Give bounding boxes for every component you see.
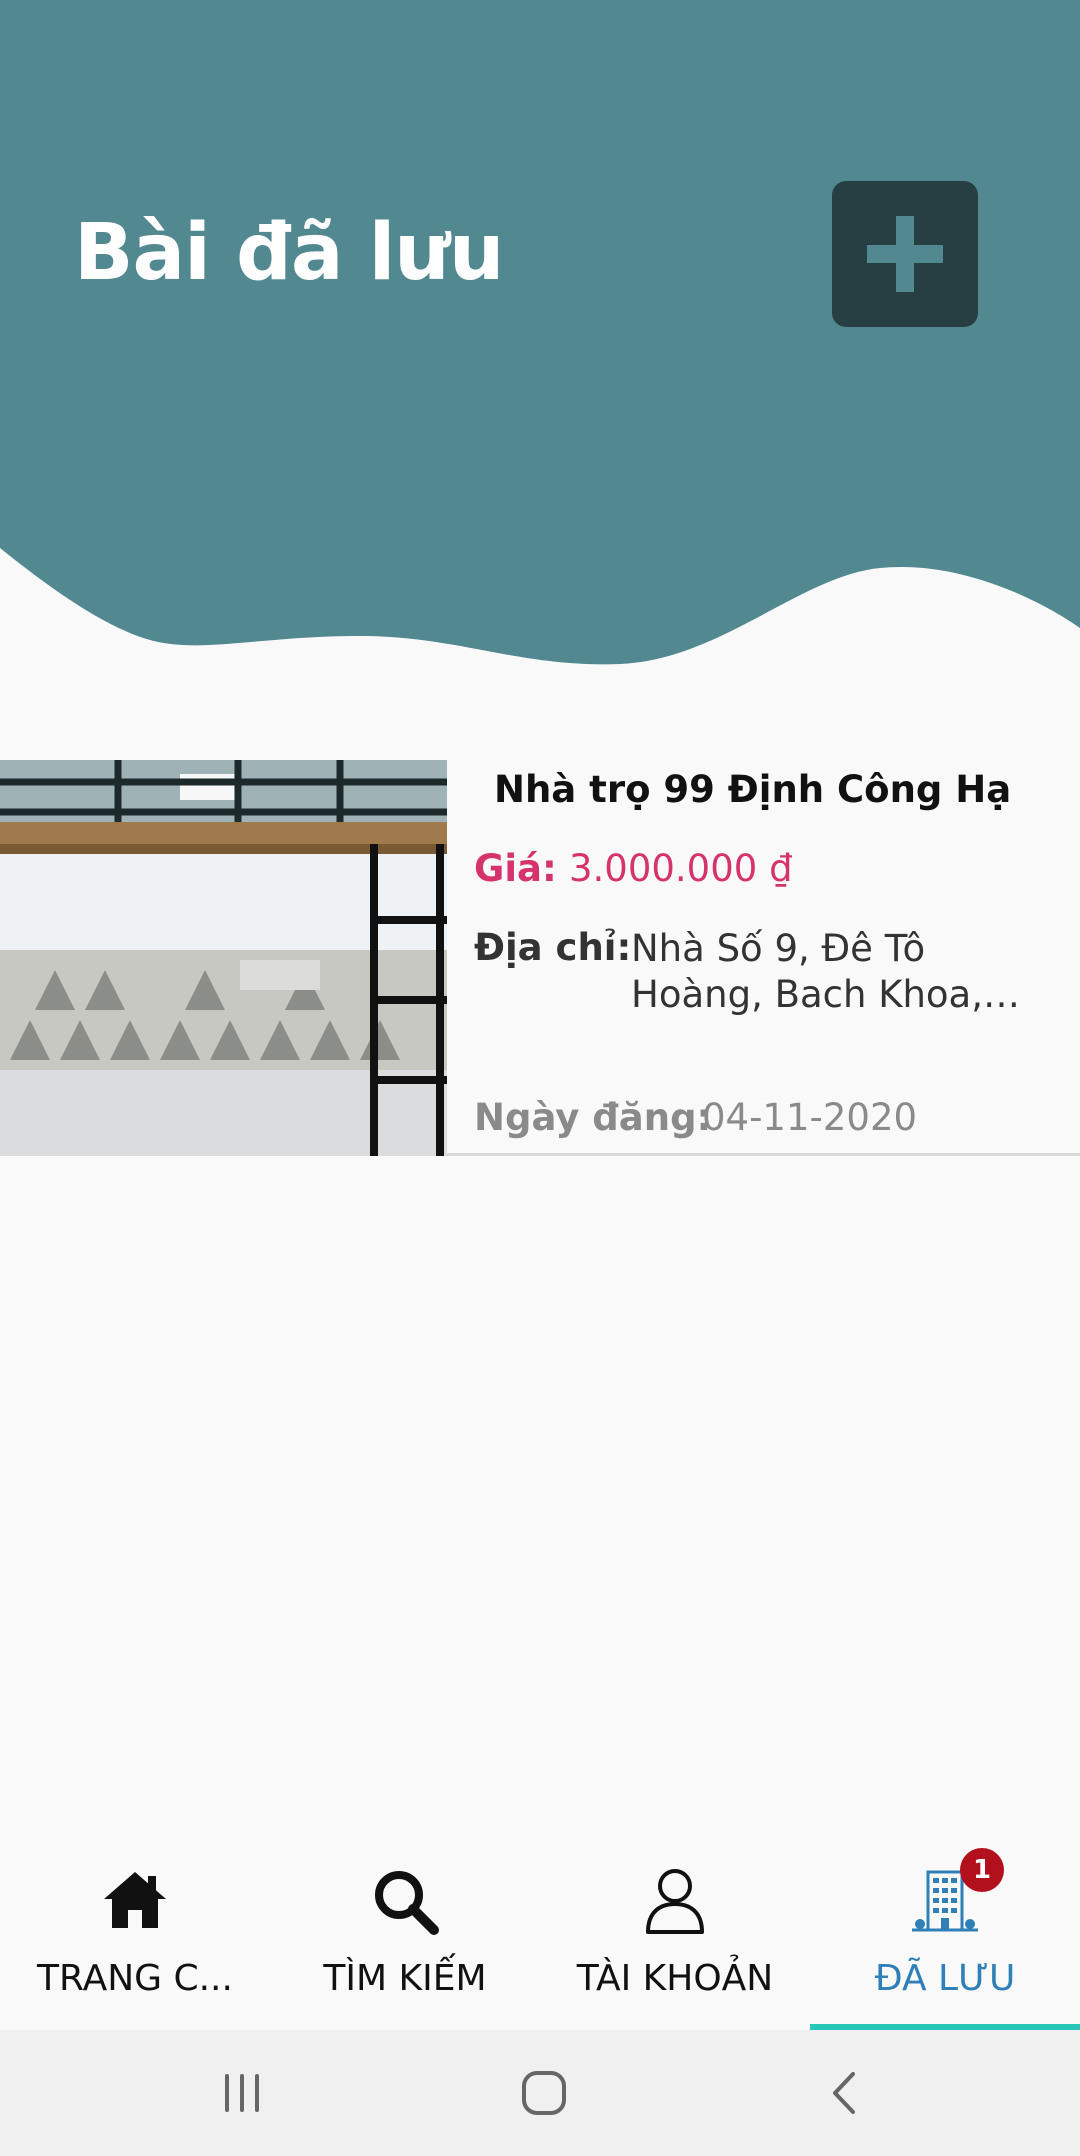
recent-apps-button[interactable]: [202, 2058, 282, 2128]
recent-apps-icon: [225, 2074, 259, 2112]
saved-post-card[interactable]: Nhà trọ 99 Định Công Hạ Giá: 3.000.000 ₫…: [0, 760, 1080, 1156]
price-label: Giá:: [474, 847, 557, 890]
price-value: 3.000.000 ₫: [569, 847, 793, 890]
address-label: Địa chỉ:: [474, 926, 632, 969]
post-title: Nhà trọ 99 Định Công Hạ: [494, 768, 1012, 811]
nav-label-search: TÌM KIẾM: [323, 1958, 487, 1999]
search-icon: [375, 1871, 439, 1935]
add-post-button[interactable]: [832, 181, 978, 327]
nav-label-account: TÀI KHOẢN: [576, 1958, 774, 1999]
back-icon: [833, 2072, 855, 2114]
home-icon: [104, 1872, 166, 1928]
page-title: Bài đã lưu: [74, 208, 504, 298]
nav-item-home[interactable]: TRANG C...: [0, 1840, 270, 2030]
header-wave: [0, 0, 1080, 665]
date-value: 04-11-2020: [702, 1096, 918, 1139]
nav-item-saved[interactable]: ĐÃ LƯU: [810, 1840, 1080, 2030]
bottom-nav: TRANG C... TÌM KIẾM TÀI KHOẢN ĐÃ LƯU: [0, 1840, 1080, 2030]
home-circle-icon: [522, 2071, 566, 2115]
post-thumbnail: [0, 760, 447, 1156]
nav-item-search[interactable]: TÌM KIẾM: [270, 1840, 540, 2030]
saved-count-badge: 1: [960, 1848, 1004, 1892]
home-system-button[interactable]: [504, 2058, 584, 2128]
nav-label-saved: ĐÃ LƯU: [874, 1958, 1016, 1999]
user-icon: [646, 1869, 704, 1934]
system-nav-bar: [0, 2030, 1080, 2156]
back-system-button[interactable]: [806, 2058, 886, 2128]
nav-label-home: TRANG C...: [37, 1958, 233, 1999]
plus-icon: [867, 216, 943, 292]
header: Bài đã lưu: [0, 0, 1080, 680]
date-label: Ngày đăng:: [474, 1096, 712, 1139]
nav-item-account[interactable]: TÀI KHOẢN: [540, 1840, 810, 2030]
address-value: Nhà Số 9, Đê Tô Hoàng, Bach Khoa, Hai Bà…: [631, 927, 983, 1016]
